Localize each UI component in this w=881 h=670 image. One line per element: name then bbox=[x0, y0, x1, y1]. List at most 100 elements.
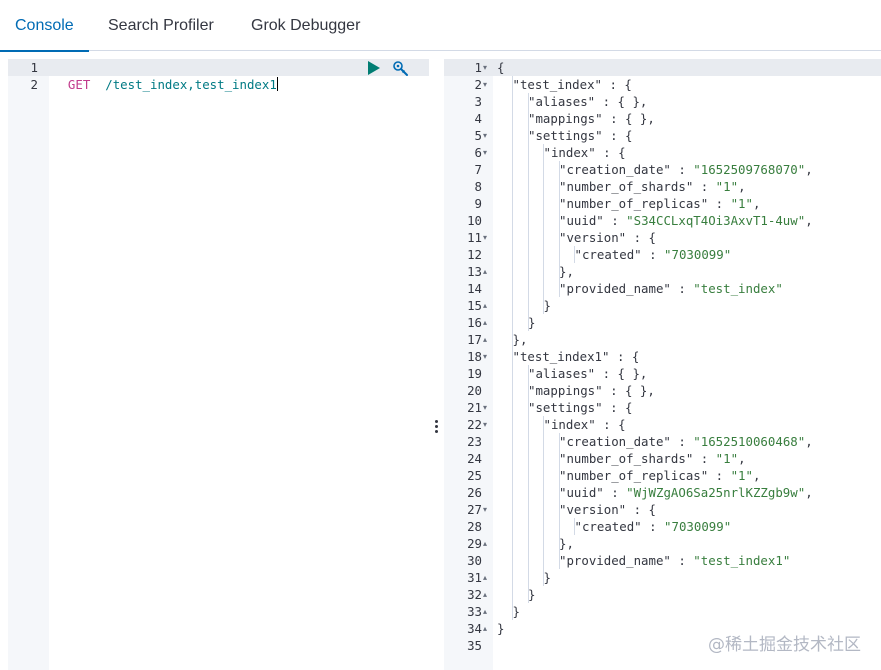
json-key: "version" bbox=[559, 230, 627, 245]
fold-close-icon[interactable]: ▴ bbox=[483, 535, 487, 552]
json-punctuation: } bbox=[512, 604, 520, 619]
json-punctuation: , bbox=[738, 179, 746, 194]
response-line: "creation_date" : "1652509768070", bbox=[559, 161, 813, 178]
fold-open-icon[interactable]: ▾ bbox=[483, 501, 487, 518]
response-line: }, bbox=[559, 535, 574, 552]
tab-search-profiler[interactable]: Search Profiler bbox=[93, 0, 229, 51]
json-punctuation: : { }, bbox=[602, 383, 655, 398]
fold-close-icon[interactable]: ▴ bbox=[483, 569, 487, 586]
json-key: "creation_date" bbox=[559, 162, 671, 177]
response-line-number: 21 bbox=[467, 400, 482, 415]
json-punctuation: , bbox=[805, 485, 813, 500]
fold-close-icon[interactable]: ▴ bbox=[483, 586, 487, 603]
json-punctuation: : bbox=[670, 281, 694, 296]
json-punctuation: : bbox=[641, 519, 665, 534]
fold-close-icon[interactable]: ▴ bbox=[483, 314, 487, 331]
response-line-number: 30 bbox=[467, 553, 482, 568]
response-line-number: 9 bbox=[474, 196, 482, 211]
response-line-number: 10 bbox=[467, 213, 482, 228]
json-key: "provided_name" bbox=[559, 281, 671, 296]
json-punctuation: : bbox=[670, 162, 694, 177]
response-line: "aliases" : { }, bbox=[528, 93, 647, 110]
fold-open-icon[interactable]: ▾ bbox=[483, 348, 487, 365]
fold-open-icon[interactable]: ▾ bbox=[483, 399, 487, 416]
response-line: } bbox=[497, 620, 504, 637]
fold-open-icon[interactable]: ▾ bbox=[483, 76, 487, 93]
json-punctuation: : bbox=[603, 485, 627, 500]
json-key: "uuid" bbox=[559, 213, 604, 228]
response-line: "provided_name" : "test_index1" bbox=[559, 552, 790, 569]
json-punctuation: } bbox=[543, 298, 551, 313]
response-line: "index" : { bbox=[544, 144, 626, 161]
tab-grok-debugger[interactable]: Grok Debugger bbox=[236, 0, 375, 51]
play-icon[interactable] bbox=[367, 61, 381, 75]
tab-bar: Console Search Profiler Grok Debugger bbox=[0, 0, 881, 52]
json-punctuation: : bbox=[693, 451, 716, 466]
response-line: "number_of_replicas" : "1", bbox=[559, 195, 760, 212]
json-key: "created" bbox=[574, 247, 642, 262]
json-punctuation: }, bbox=[559, 264, 574, 279]
json-string: "7030099" bbox=[664, 247, 732, 262]
panel-resize-handle[interactable] bbox=[432, 419, 440, 437]
response-line: "number_of_replicas" : "1", bbox=[559, 467, 760, 484]
wrench-icon[interactable] bbox=[392, 60, 409, 77]
response-line-number: 20 bbox=[467, 383, 482, 398]
json-string: "test_index" bbox=[693, 281, 783, 296]
response-line-number: 27 bbox=[467, 502, 482, 517]
response-line-number: 12 bbox=[467, 247, 482, 262]
response-line: "test_index" : { bbox=[513, 76, 632, 93]
indent-guide bbox=[527, 93, 529, 331]
json-punctuation: } bbox=[528, 315, 536, 330]
response-line: "mappings" : { }, bbox=[528, 382, 655, 399]
fold-open-icon[interactable]: ▾ bbox=[483, 127, 487, 144]
json-key: "number_of_replicas" bbox=[559, 468, 709, 483]
response-line: { bbox=[497, 59, 504, 76]
json-punctuation: : bbox=[708, 468, 731, 483]
json-string: "1" bbox=[730, 196, 753, 211]
json-string: "1652509768070" bbox=[693, 162, 806, 177]
request-method: GET bbox=[67, 77, 91, 92]
json-punctuation: : { bbox=[602, 400, 633, 415]
tab-console[interactable]: Console bbox=[0, 0, 89, 52]
response-line-number: 7 bbox=[474, 162, 482, 177]
watermark: @稀土掘金技术社区 bbox=[708, 635, 861, 655]
json-punctuation: , bbox=[805, 162, 813, 177]
json-punctuation: : { bbox=[626, 230, 656, 245]
fold-open-icon[interactable]: ▾ bbox=[483, 416, 487, 433]
indent-guide bbox=[543, 144, 544, 314]
json-string: "test_index1" bbox=[693, 553, 791, 568]
fold-open-icon[interactable]: ▾ bbox=[483, 59, 487, 76]
fold-close-icon[interactable]: ▴ bbox=[483, 331, 487, 348]
fold-close-icon[interactable]: ▴ bbox=[483, 263, 487, 280]
fold-close-icon[interactable]: ▴ bbox=[483, 620, 487, 637]
fold-close-icon[interactable]: ▴ bbox=[483, 297, 487, 314]
indent-guide bbox=[558, 161, 560, 297]
fold-close-icon[interactable]: ▴ bbox=[483, 603, 487, 620]
json-punctuation: : { }, bbox=[595, 94, 648, 109]
response-active-line bbox=[444, 59, 881, 76]
json-punctuation: }, bbox=[559, 536, 574, 551]
json-punctuation: , bbox=[752, 196, 761, 211]
json-key: "provided_name" bbox=[559, 553, 671, 568]
response-line: } bbox=[528, 586, 535, 603]
json-key: "number_of_replicas" bbox=[559, 196, 709, 211]
fold-open-icon[interactable]: ▾ bbox=[483, 144, 487, 161]
request-gutter bbox=[8, 59, 49, 670]
response-line: }, bbox=[513, 331, 528, 348]
response-line-number: 29 bbox=[467, 536, 482, 551]
json-key: "index" bbox=[543, 145, 596, 160]
response-line-number: 1 bbox=[474, 60, 482, 75]
json-punctuation: : { bbox=[609, 349, 640, 364]
response-line-number: 14 bbox=[467, 281, 482, 296]
request-line[interactable]: GET /test_index,test_index1 bbox=[53, 59, 278, 92]
response-line: "version" : { bbox=[559, 229, 656, 246]
request-editor[interactable] bbox=[49, 59, 429, 670]
json-string: "WjWZgAO6Sa25nrlKZZgb9w" bbox=[626, 485, 806, 500]
response-line: "settings" : { bbox=[528, 399, 632, 416]
json-punctuation: , bbox=[805, 213, 813, 228]
response-line-number: 13 bbox=[467, 264, 482, 279]
fold-open-icon[interactable]: ▾ bbox=[483, 229, 487, 246]
response-line: "test_index1" : { bbox=[513, 348, 640, 365]
indent-guide bbox=[574, 518, 575, 535]
response-line-number: 31 bbox=[467, 570, 482, 585]
